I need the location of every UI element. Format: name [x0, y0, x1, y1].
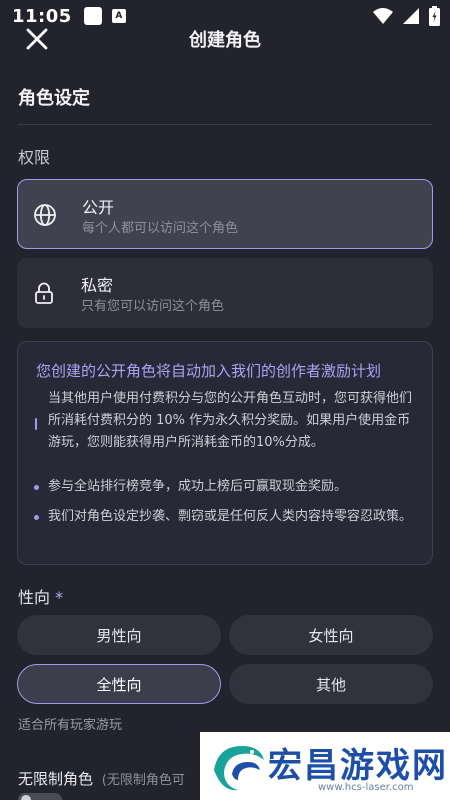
lock-icon: [35, 282, 53, 304]
unrestricted-label: 无限制角色 (无限制角色可: [18, 768, 185, 789]
option-desc: 每个人都可以访问这个角色: [82, 221, 239, 236]
incentive-item: 参与全站排行榜竞争，成功上榜后可赢取现金奖励。: [32, 476, 420, 498]
orientation-option-male[interactable]: 男性向: [17, 615, 221, 655]
incentive-item: 当其他用户使用付费积分与您的公开角色互动时，您可获得他们所消耗付费积分的 10%…: [32, 388, 420, 454]
unrestricted-sub: (无限制角色可: [101, 773, 185, 788]
incentive-item-text: 当其他用户使用付费积分与您的公开角色互动时，您可获得他们所消耗付费积分的 10%…: [48, 391, 413, 450]
orientation-option-female[interactable]: 女性向: [229, 615, 433, 655]
orientation-option-all[interactable]: 全性向: [17, 664, 221, 704]
orientation-label: 性向 *: [18, 584, 63, 608]
toggle-knob: [21, 795, 31, 800]
permission-option-public[interactable]: 公开 每个人都可以访问这个角色: [17, 179, 433, 249]
section-title: 角色设定: [18, 88, 90, 109]
bullet-dot: [34, 485, 39, 490]
incentive-item: 我们对角色设定抄袭、剽窃或是任何反人类内容持零容忍政策。: [32, 506, 420, 528]
app-bar: 创建角色: [0, 18, 450, 58]
incentive-info-box: 您创建的公开角色将自动加入我们的创作者激励计划 当其他用户使用付费积分与您的公开…: [17, 341, 433, 565]
watermark-url: www.hcs-laser.com: [318, 782, 414, 793]
bullet-dot: [34, 515, 39, 520]
watermark-title: 宏昌游戏网: [268, 746, 448, 786]
orientation-label-text: 性向: [18, 588, 51, 607]
incentive-heading: 您创建的公开角色将自动加入我们的创作者激励计划: [36, 362, 382, 380]
required-mark: *: [55, 588, 64, 607]
bullet-bar: [35, 418, 37, 430]
option-title: 私密: [81, 276, 114, 295]
globe-icon: [34, 204, 56, 226]
permission-option-private[interactable]: 私密 只有您可以访问这个角色: [17, 258, 433, 328]
option-title: 公开: [82, 198, 115, 217]
orientation-hint: 适合所有玩家游玩: [18, 718, 123, 733]
unrestricted-toggle[interactable]: [18, 793, 62, 800]
incentive-item-text: 我们对角色设定抄袭、剽窃或是任何反人类内容持零容忍政策。: [48, 509, 413, 524]
dragon-logo-icon: [214, 746, 264, 791]
permission-label: 权限: [18, 148, 51, 167]
option-desc: 只有您可以访问这个角色: [81, 299, 225, 314]
page-title: 创建角色: [189, 30, 261, 51]
unrestricted-label-text: 无限制角色: [18, 770, 94, 788]
incentive-item-text: 参与全站排行榜竞争，成功上榜后可赢取现金奖励。: [48, 479, 348, 494]
orientation-option-other[interactable]: 其他: [229, 664, 433, 704]
divider: [18, 124, 432, 125]
watermark: 宏昌游戏网 www.hcs-laser.com: [200, 732, 450, 800]
